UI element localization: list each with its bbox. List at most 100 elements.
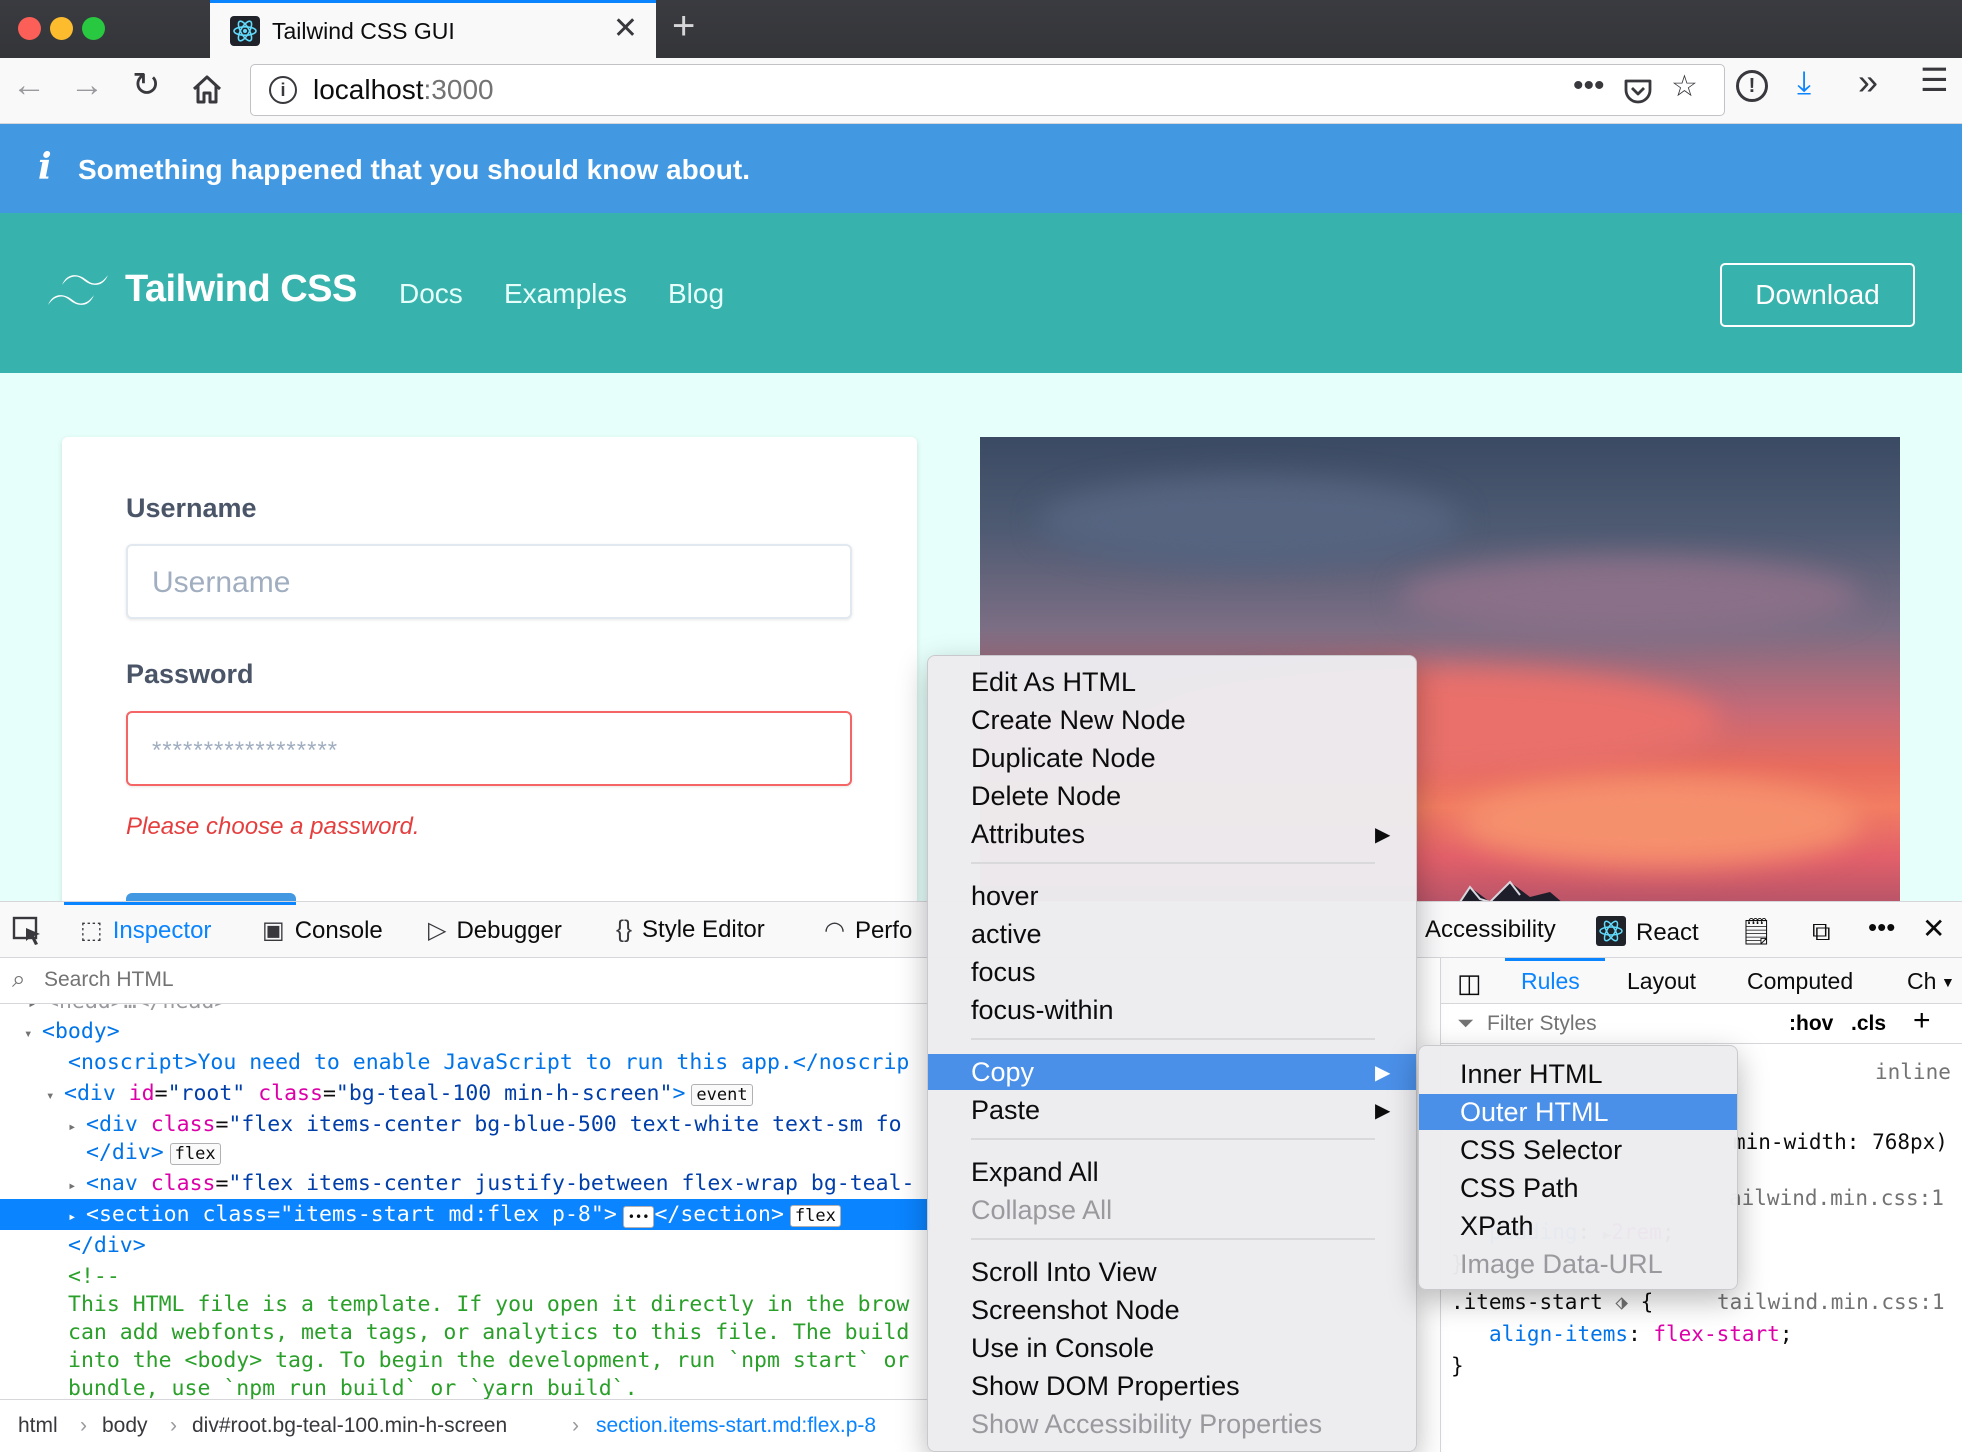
- menu-item-inner-html[interactable]: Inner HTML: [1460, 1056, 1603, 1092]
- menu-item-focus[interactable]: focus: [971, 954, 1036, 990]
- nav-link-blog[interactable]: Blog: [668, 278, 724, 310]
- breadcrumb-root-div[interactable]: div#root.bg-teal-100.min-h-screen: [192, 1414, 507, 1438]
- tab-debugger[interactable]: ▷ Debugger: [428, 916, 562, 945]
- close-devtools-icon[interactable]: ✕: [1922, 912, 1945, 945]
- menu-item-attributes[interactable]: Attributes: [971, 816, 1085, 852]
- tab-computed[interactable]: Computed: [1747, 968, 1853, 995]
- minimize-window-button[interactable]: [50, 17, 73, 40]
- breadcrumb-html[interactable]: html: [18, 1414, 58, 1438]
- home-icon[interactable]: [190, 72, 224, 106]
- tab-inspector[interactable]: ⬚ Inspector: [80, 916, 211, 945]
- forward-icon[interactable]: →: [70, 68, 104, 102]
- markup-line-comment[interactable]: bundle, use `npm run build` or `yarn bui…: [0, 1373, 930, 1399]
- breadcrumb-separator-icon: ›: [80, 1414, 87, 1437]
- menu-item-screenshot-node[interactable]: Screenshot Node: [971, 1292, 1180, 1328]
- breadcrumb-section[interactable]: section.items-start.md:flex.p-8: [596, 1414, 876, 1438]
- grid-highlight-icon[interactable]: ⬗: [1615, 1290, 1628, 1314]
- hov-toggle[interactable]: :hov: [1789, 1012, 1833, 1036]
- menu-item-show-dom-properties[interactable]: Show DOM Properties: [971, 1368, 1240, 1404]
- download-button[interactable]: Download: [1720, 263, 1915, 327]
- element-picker-icon[interactable]: [12, 916, 44, 946]
- menu-item-hover[interactable]: hover: [971, 878, 1039, 914]
- reload-icon[interactable]: ↻: [132, 68, 161, 102]
- menu-item-css-path[interactable]: CSS Path: [1460, 1170, 1579, 1206]
- username-input[interactable]: Username: [126, 544, 852, 619]
- rule-source-link[interactable]: ailwind.min.css:1: [1729, 1186, 1944, 1210]
- tab-accessibility[interactable]: Accessibility: [1425, 916, 1556, 944]
- devtools-options-icon[interactable]: •••: [1868, 912, 1895, 943]
- search-input[interactable]: Search HTML: [44, 968, 174, 992]
- url-text[interactable]: localhost:3000: [313, 74, 494, 106]
- chevron-down-icon[interactable]: ▼: [1941, 974, 1955, 990]
- screenshot-icon[interactable]: 🗒: [1740, 916, 1773, 947]
- more-tools-icon[interactable]: »: [1858, 64, 1878, 100]
- menu-item-paste[interactable]: Paste: [971, 1092, 1040, 1128]
- tab-changes[interactable]: Ch: [1907, 968, 1936, 995]
- menu-item-delete-node[interactable]: Delete Node: [971, 778, 1121, 814]
- password-manager-icon[interactable]: !: [1736, 70, 1768, 102]
- menu-item-scroll-into-view[interactable]: Scroll Into View: [971, 1254, 1157, 1290]
- menu-icon[interactable]: ☰: [1920, 64, 1949, 96]
- filter-styles-input[interactable]: Filter Styles: [1487, 1012, 1597, 1036]
- tab-style-editor[interactable]: {} Style Editor: [616, 916, 765, 944]
- menu-item-outer-html[interactable]: Outer HTML: [1419, 1094, 1737, 1130]
- nav-link-examples[interactable]: Examples: [504, 278, 627, 310]
- markup-line-comment[interactable]: can add webfonts, meta tags, or analytic…: [0, 1317, 930, 1348]
- browser-tab[interactable]: Tailwind CSS GUI ✕: [210, 0, 656, 58]
- markup-line-alert-div[interactable]: ▸ <div class="flex items-center bg-blue-5…: [0, 1109, 930, 1140]
- maximize-window-button[interactable]: [82, 17, 105, 40]
- markup-line-alert-div-close[interactable]: </div> flex: [0, 1137, 930, 1168]
- close-tab-icon[interactable]: ✕: [613, 11, 638, 46]
- rule-close-brace: }: [1451, 1354, 1464, 1378]
- tab-react[interactable]: React: [1596, 916, 1699, 947]
- password-input[interactable]: ******************: [126, 711, 852, 786]
- menu-item-create-new-node[interactable]: Create New Node: [971, 702, 1186, 738]
- html-search-bar[interactable]: ⌕ Search HTML: [0, 958, 930, 1004]
- markup-line-section-selected[interactable]: ▸ <section class="items-start md:flex p-8…: [0, 1199, 930, 1230]
- downloads-icon[interactable]: ⤓: [1797, 66, 1811, 98]
- new-tab-icon[interactable]: +: [672, 4, 695, 49]
- menu-item-duplicate-node[interactable]: Duplicate Node: [971, 740, 1156, 776]
- tab-console[interactable]: ▣ Console: [262, 916, 383, 945]
- menu-item-use-in-console[interactable]: Use in Console: [971, 1330, 1154, 1366]
- back-icon[interactable]: ←: [12, 68, 46, 102]
- page-actions-icon[interactable]: •••: [1573, 69, 1605, 103]
- markup-line-noscript[interactable]: <noscript>You need to enable JavaScript …: [0, 1047, 930, 1078]
- bookmark-star-icon[interactable]: ☆: [1671, 69, 1698, 104]
- markup-line-comment[interactable]: This HTML file is a template. If you ope…: [0, 1289, 930, 1320]
- align-items-declaration[interactable]: align-items: flex-start;: [1489, 1322, 1792, 1346]
- rule-selector[interactable]: .items-start ⬗ {: [1451, 1290, 1653, 1314]
- tab-layout[interactable]: Layout: [1627, 968, 1696, 995]
- url-bar[interactable]: i localhost:3000 ••• ☆: [250, 64, 1725, 116]
- pocket-icon[interactable]: [1623, 76, 1653, 106]
- markup-line-root-div[interactable]: ▾ <div id="root" class="bg-teal-100 min-h…: [0, 1078, 930, 1109]
- flex-badge[interactable]: flex: [169, 1143, 221, 1165]
- menu-item-active[interactable]: active: [971, 916, 1042, 952]
- menu-item-edit-as-html[interactable]: Edit As HTML: [971, 664, 1136, 700]
- responsive-mode-icon[interactable]: ⧉: [1812, 916, 1831, 948]
- sign-in-button[interactable]: [126, 893, 296, 901]
- tab-rules[interactable]: Rules: [1521, 968, 1580, 995]
- add-rule-icon[interactable]: +: [1913, 1004, 1931, 1038]
- site-info-icon[interactable]: i: [269, 76, 297, 104]
- close-window-button[interactable]: [18, 17, 41, 40]
- markup-line-body[interactable]: ▾ <body>: [0, 1016, 930, 1047]
- markup-line-div-close[interactable]: </div>: [0, 1230, 930, 1261]
- menu-item-xpath[interactable]: XPath: [1460, 1208, 1534, 1244]
- toggle-sidebar-icon[interactable]: ◫: [1457, 968, 1482, 999]
- markup-line-comment[interactable]: into the <body> tag. To begin the develo…: [0, 1345, 930, 1376]
- flex-badge[interactable]: flex: [789, 1205, 841, 1227]
- collapsed-children-badge[interactable]: •••: [622, 1206, 655, 1228]
- menu-item-focus-within[interactable]: focus-within: [971, 992, 1114, 1028]
- markup-line-comment-open[interactable]: <!--: [0, 1261, 930, 1292]
- breadcrumb-body[interactable]: body: [102, 1414, 148, 1438]
- menu-item-expand-all[interactable]: Expand All: [971, 1154, 1099, 1190]
- menu-item-css-selector[interactable]: CSS Selector: [1460, 1132, 1622, 1168]
- markup-line-nav[interactable]: ▸ <nav class="flex items-center justify-b…: [0, 1168, 930, 1199]
- menu-item-copy[interactable]: Copy: [928, 1054, 1416, 1090]
- cls-toggle[interactable]: .cls: [1851, 1012, 1886, 1036]
- event-badge[interactable]: event: [691, 1084, 753, 1106]
- rule-source-link[interactable]: tailwind.min.css:1: [1717, 1290, 1945, 1314]
- tab-performance[interactable]: ◠ Perfo: [824, 916, 912, 945]
- nav-link-docs[interactable]: Docs: [399, 278, 463, 310]
